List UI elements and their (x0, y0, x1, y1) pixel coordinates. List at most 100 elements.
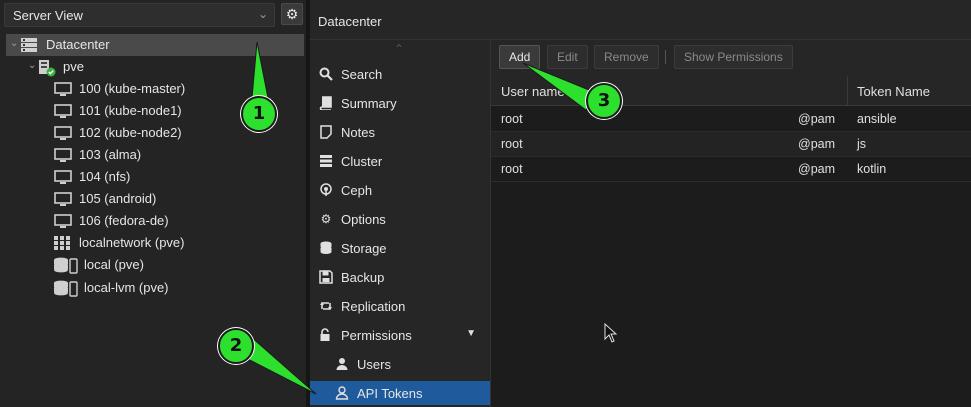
datacenter-nav-menu: ⌃ Search Summary Notes Cluster Ceph ⚙ Op… (310, 40, 490, 407)
tree-item-vm[interactable]: 106 (fedora-de) (0, 210, 306, 232)
column-header-user-name[interactable]: User name (501, 84, 565, 99)
tree-item-node[interactable]: ⌄ pve (0, 56, 306, 78)
vm-icon (54, 213, 72, 229)
tree-item-label: localnetwork (pve) (79, 235, 185, 250)
gear-icon[interactable]: ⚙ (281, 3, 303, 25)
nav-item-ceph[interactable]: Ceph (310, 178, 490, 202)
nav-item-cluster[interactable]: Cluster (310, 149, 490, 173)
user-icon (335, 357, 349, 371)
nav-item-summary[interactable]: Summary (310, 91, 490, 115)
nav-item-users[interactable]: Users (310, 352, 490, 376)
toolbar-separator (665, 50, 666, 64)
tree-item-label: 102 (kube-node2) (79, 125, 182, 140)
tree-item-datacenter[interactable]: ⌄ Datacenter (6, 34, 304, 56)
table-row[interactable]: root @pam ansible (491, 107, 971, 132)
tree-item-storage[interactable]: local (pve) (0, 254, 306, 276)
chevron-down-icon: ⌄ (257, 7, 268, 21)
gear-icon: ⚙ (320, 212, 332, 226)
cell-realm: @pam (798, 112, 836, 126)
tree-item-label: 101 (kube-node1) (79, 103, 182, 118)
column-divider[interactable] (847, 76, 848, 106)
tree-item-vm[interactable]: 105 (android) (0, 188, 306, 210)
edit-button[interactable]: Edit (547, 45, 588, 69)
nav-item-search[interactable]: Search (310, 62, 490, 86)
nav-item-notes[interactable]: Notes (310, 120, 490, 144)
floppy-icon (319, 270, 333, 284)
view-selector-value: Server View (13, 8, 83, 23)
nav-item-storage[interactable]: Storage (310, 236, 490, 260)
nav-item-label: Notes (341, 125, 375, 140)
cell-user: root (501, 162, 523, 176)
api-tokens-panel: Add Edit Remove Show Permissions User na… (490, 40, 971, 407)
user-outline-icon (335, 386, 349, 400)
cell-realm: @pam (798, 137, 836, 151)
column-header-token-name[interactable]: Token Name (857, 84, 930, 99)
nav-item-replication[interactable]: Replication (310, 294, 490, 318)
remove-button[interactable]: Remove (594, 45, 659, 69)
vm-icon (54, 125, 72, 141)
table-row[interactable]: root @pam kotlin (491, 157, 971, 182)
search-icon (319, 67, 333, 81)
nav-item-api-tokens[interactable]: API Tokens (310, 381, 490, 405)
nav-item-label: Storage (341, 241, 387, 256)
tree-item-label: 104 (nfs) (79, 169, 131, 184)
ceph-icon (319, 183, 333, 197)
nav-item-permissions[interactable]: Permissions ▼ (310, 323, 490, 347)
tree-item-vm[interactable]: 104 (nfs) (0, 166, 306, 188)
database-icon (319, 241, 333, 255)
datacenter-icon (20, 37, 38, 53)
network-grid-icon (53, 235, 71, 251)
nav-item-label: Cluster (341, 154, 383, 169)
tree-item-network[interactable]: localnetwork (pve) (0, 232, 306, 254)
tree-item-label: pve (63, 59, 84, 74)
cell-realm: @pam (798, 162, 836, 176)
storage-icon (53, 280, 79, 297)
vm-icon (54, 81, 72, 97)
nav-item-label: Search (341, 67, 383, 82)
nav-item-options[interactable]: ⚙ Options (310, 207, 490, 231)
tree-item-label: 103 (alma) (79, 147, 142, 162)
nav-item-backup[interactable]: Backup (310, 265, 490, 289)
cell-token-name: kotlin (857, 162, 887, 176)
expand-caret-icon[interactable]: ▼ (466, 328, 476, 339)
nav-item-label: Replication (341, 299, 406, 314)
nav-item-label: Users (357, 357, 391, 372)
tree-item-label: local-lvm (pve) (84, 280, 169, 295)
tree-item-vm[interactable]: 103 (alma) (0, 144, 306, 166)
cell-token-name: ansible (857, 112, 897, 126)
tree-item-label: 100 (kube-master) (79, 81, 186, 96)
vm-icon (54, 169, 72, 185)
nav-item-label: Backup (341, 270, 385, 285)
callout-badge-1: 1 (241, 96, 277, 132)
cell-user: root (501, 137, 523, 151)
vm-icon (54, 103, 72, 119)
nav-item-label: Summary (341, 96, 397, 111)
toolbar: Add Edit Remove Show Permissions (491, 40, 971, 76)
content-header: Datacenter (310, 0, 971, 40)
collapse-arrow-icon[interactable]: ⌄ (28, 60, 36, 71)
page-title: Datacenter (318, 14, 382, 29)
tree-item-storage[interactable]: local-lvm (pve) (0, 277, 306, 299)
vm-icon (54, 147, 72, 163)
tree-item-label: 105 (android) (79, 191, 157, 206)
cell-user: root (501, 112, 523, 126)
cell-token-name: js (857, 137, 867, 151)
nav-item-label: Ceph (341, 183, 373, 198)
show-permissions-button[interactable]: Show Permissions (674, 45, 793, 69)
callout-badge-2: 2 (218, 328, 254, 364)
tree-item-label: Datacenter (46, 37, 110, 52)
mouse-cursor-icon (604, 323, 618, 343)
add-button[interactable]: Add (499, 45, 541, 69)
node-online-icon (38, 59, 56, 77)
storage-icon (53, 257, 79, 274)
tree-item-label: local (pve) (84, 257, 144, 272)
collapse-arrow-icon[interactable]: ⌄ (10, 38, 18, 49)
book-icon (319, 96, 333, 111)
vm-icon (54, 191, 72, 207)
scroll-up-icon[interactable]: ⌃ (394, 42, 404, 56)
nav-item-label: API Tokens (357, 386, 423, 401)
view-selector[interactable]: Server View ⌄ (4, 3, 275, 27)
retweet-icon (319, 299, 333, 313)
table-row[interactable]: root @pam js (491, 132, 971, 157)
tree-item-label: 106 (fedora-de) (79, 213, 169, 228)
